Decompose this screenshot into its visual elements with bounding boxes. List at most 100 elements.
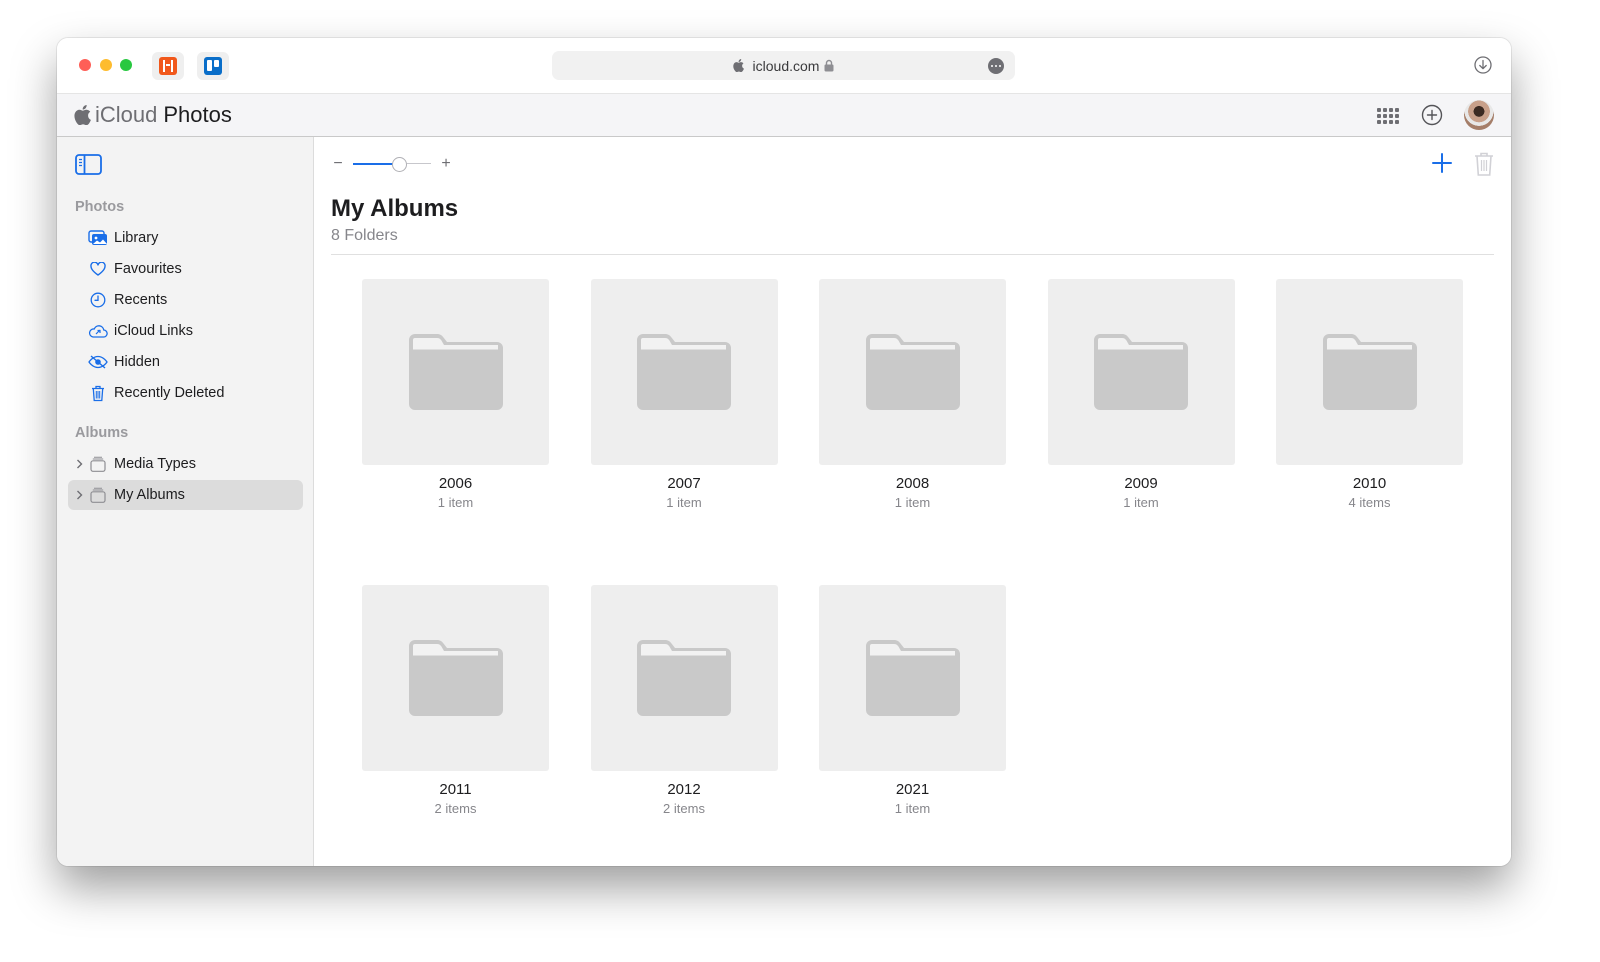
library-icon [88,229,108,247]
folder-count: 8 Folders [331,227,398,244]
url-text: icloud.com [752,57,820,74]
trello-icon [204,57,222,75]
sidebar-item-label: Recently Deleted [114,385,225,401]
sidebar-item-favourites[interactable]: Favourites [68,254,303,284]
zoom-slider-fill [353,163,393,165]
photos-section-title: Photos [75,199,125,215]
folder-name: 2012 [667,781,701,798]
folder-thumbnail[interactable] [590,279,778,465]
folder-tile[interactable]: 2008 1 item [819,279,1006,510]
apple-icon [732,59,744,72]
folder-item-count: 1 item [437,495,474,510]
folder-thumbnail[interactable] [362,585,549,771]
folder-icon [637,334,731,410]
zoom-out-button[interactable]: − [331,155,345,173]
address-bar[interactable]: icloud.com [552,51,1015,80]
browser-window: icloud.com iCloud Photos Photos Library … [57,38,1511,866]
minimize-window-button[interactable] [100,59,112,71]
folder-thumbnail[interactable] [1047,279,1235,465]
zoom-in-button[interactable]: + [439,155,453,173]
folder-icon [865,640,960,716]
brand-photos: Photos [163,102,232,127]
harvest-extension-button[interactable] [152,52,184,80]
sidebar-item-label: Library [114,230,159,246]
album-stack-icon [88,486,108,504]
sidebar-item-library[interactable]: Library [68,223,303,253]
zoom-slider[interactable] [353,157,431,172]
folder-grid: 2006 1 item 2007 1 item 2008 1 item 2009… [362,279,1466,816]
folder-thumbnail[interactable] [590,585,778,771]
chevron-right-icon[interactable] [74,489,84,501]
delete-button[interactable] [1473,151,1495,177]
folder-tile[interactable]: 2009 1 item [1047,279,1235,510]
sidebar-item-my-albums[interactable]: My Albums [68,480,303,510]
folder-icon [1094,334,1188,410]
cloud-link-icon [88,322,108,340]
user-avatar[interactable] [1464,100,1494,130]
sidebar-item-label: Recents [114,292,168,308]
close-window-button[interactable] [79,59,91,71]
folder-item-count: 4 items [1348,495,1391,510]
folder-item-count: 2 items [663,801,705,816]
trello-extension-button[interactable] [197,52,229,80]
folder-name: 2021 [895,781,930,798]
folder-name: 2006 [438,475,473,492]
chevron-right-icon[interactable] [74,458,84,470]
browser-titlebar: icloud.com [57,38,1511,93]
folder-item-count: 1 item [1123,495,1159,510]
folder-thumbnail[interactable] [1276,279,1463,465]
heart-icon [88,260,108,278]
sidebar-item-icloud-links[interactable]: iCloud Links [68,316,303,346]
sidebar: Photos Library Favourites Recents iCloud… [57,137,314,866]
divider [331,254,1494,255]
folder-icon [637,640,731,716]
add-album-button[interactable] [1431,152,1453,174]
brand-icloud: iCloud [95,102,158,127]
sidebar-item-label: Media Types [114,456,196,472]
download-icon[interactable] [1474,56,1492,74]
folder-thumbnail[interactable] [819,279,1006,465]
folder-name: 2007 [667,475,701,492]
sidebar-item-recents[interactable]: Recents [68,285,303,315]
eye-slash-icon [88,353,108,371]
plus-circle-icon[interactable] [1421,104,1443,126]
folder-tile[interactable]: 2007 1 item [590,279,778,510]
folder-thumbnail[interactable] [819,585,1006,771]
lock-icon [824,59,834,72]
folder-thumbnail[interactable] [362,279,549,465]
app-grid-icon[interactable] [1375,105,1399,127]
album-stack-icon [88,455,108,473]
harvest-icon [159,57,177,75]
sidebar-item-media-types[interactable]: Media Types [68,449,303,479]
folder-tile[interactable]: 2012 2 items [590,585,778,816]
sidebar-item-hidden[interactable]: Hidden [68,347,303,377]
folder-tile[interactable]: 2010 4 items [1276,279,1463,510]
albums-section-title: Albums [75,425,129,441]
sidebar-item-label: My Albums [114,487,185,503]
app-header: iCloud Photos [57,93,1511,137]
folder-name: 2008 [895,475,930,492]
apple-logo-icon [74,105,91,125]
folder-name: 2009 [1124,475,1158,492]
zoom-window-button[interactable] [120,59,132,71]
clock-icon [88,291,108,309]
trash-icon [88,384,108,402]
sidebar-item-label: Favourites [114,261,182,277]
icloud-photos-logo[interactable]: iCloud Photos [74,102,232,128]
folder-name: 2011 [439,781,472,798]
folder-icon [408,640,503,716]
folder-tile[interactable]: 2006 1 item [362,279,549,510]
sidebar-item-label: Hidden [114,354,160,370]
sidebar-item-label: iCloud Links [114,323,193,339]
zoom-slider-track [407,163,431,164]
zoom-control: − + [331,155,453,173]
folder-item-count: 1 item [894,801,931,816]
folder-tile[interactable]: 2021 1 item [819,585,1006,816]
folder-icon [1322,334,1417,410]
zoom-slider-thumb[interactable] [392,157,407,172]
ellipsis-icon[interactable] [988,58,1004,74]
sidebar-toggle-icon[interactable] [75,154,102,175]
folder-name: 2010 [1352,475,1387,492]
folder-tile[interactable]: 2011 2 items [362,585,549,816]
sidebar-item-recently-deleted[interactable]: Recently Deleted [68,378,303,408]
